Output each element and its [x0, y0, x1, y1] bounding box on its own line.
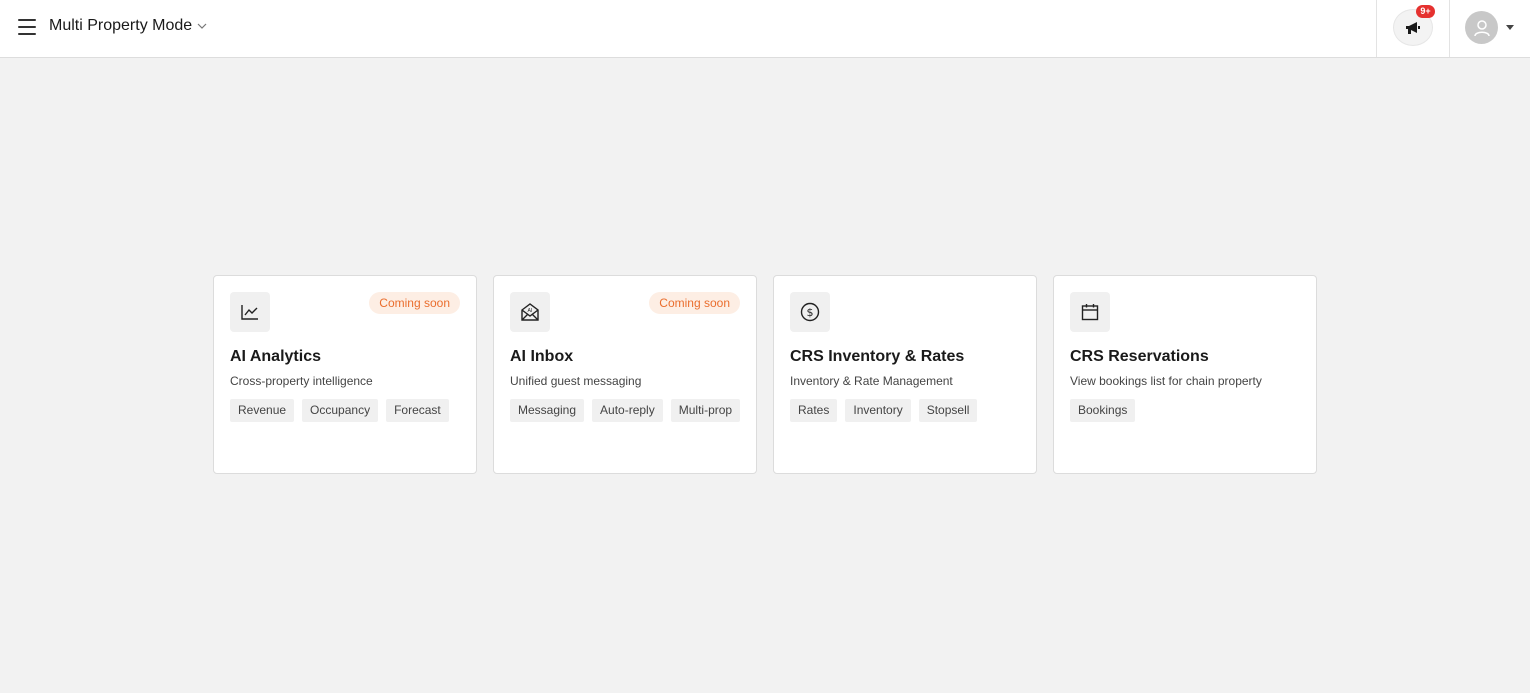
coming-soon-badge: Coming soon: [649, 292, 740, 314]
card-ai-analytics[interactable]: Coming soon AI Analytics Cross-property …: [213, 275, 477, 474]
card-crs-inventory-rates[interactable]: $ CRS Inventory & Rates Inventory & Rate…: [773, 275, 1037, 474]
card-description: View bookings list for chain property: [1070, 374, 1262, 388]
hamburger-menu-icon[interactable]: [18, 19, 36, 35]
header-divider: [1449, 0, 1450, 57]
tag-list: Messaging Auto-reply Multi-prop: [510, 399, 750, 422]
mode-selector[interactable]: Multi Property Mode: [49, 17, 207, 35]
notification-count-badge: 9+: [1416, 5, 1435, 18]
svg-text:AI: AI: [528, 308, 533, 314]
ai-mail-icon: AI: [510, 292, 550, 332]
tag: Occupancy: [302, 399, 379, 422]
card-title: CRS Reservations: [1070, 348, 1209, 365]
card-title: AI Analytics: [230, 348, 321, 365]
mode-selector-label: Multi Property Mode: [49, 17, 193, 34]
user-menu-caret-icon[interactable]: [1506, 25, 1514, 30]
tag: Stopsell: [918, 399, 978, 422]
dollar-circle-icon: $: [790, 292, 830, 332]
module-cards: Coming soon AI Analytics Cross-property …: [213, 275, 1317, 474]
card-title: AI Inbox: [510, 348, 574, 365]
tag: Rates: [790, 399, 838, 422]
user-silhouette-icon: [1473, 19, 1490, 36]
tag: Revenue: [230, 399, 295, 422]
coming-soon-badge: Coming soon: [369, 292, 460, 314]
header-divider: [1376, 0, 1377, 57]
tag-list: Rates Inventory Stopsell: [790, 399, 1030, 422]
card-description: Inventory & Rate Management: [790, 374, 953, 388]
card-description: Cross-property intelligence: [230, 374, 373, 388]
tag: Messaging: [510, 399, 585, 422]
svg-text:$: $: [807, 306, 814, 319]
calendar-icon: [1070, 292, 1110, 332]
top-navigation-bar: Multi Property Mode 9+: [0, 0, 1530, 58]
line-chart-icon: [230, 292, 270, 332]
megaphone-icon: [1406, 21, 1420, 34]
user-avatar-icon[interactable]: [1465, 11, 1498, 44]
card-ai-inbox[interactable]: AI Coming soon AI Inbox Unified guest me…: [493, 275, 757, 474]
tag-list: Bookings: [1070, 399, 1310, 422]
tag: Multi-prop: [670, 399, 741, 422]
tag: Inventory: [845, 399, 911, 422]
tag-list: Revenue Occupancy Forecast: [230, 399, 470, 422]
card-title: CRS Inventory & Rates: [790, 348, 965, 365]
tag: Forecast: [386, 399, 449, 422]
card-description: Unified guest messaging: [510, 374, 642, 388]
card-crs-reservations[interactable]: CRS Reservations View bookings list for …: [1053, 275, 1317, 474]
tag: Bookings: [1070, 399, 1136, 422]
chevron-down-icon: [197, 23, 207, 29]
tag: Auto-reply: [592, 399, 663, 422]
